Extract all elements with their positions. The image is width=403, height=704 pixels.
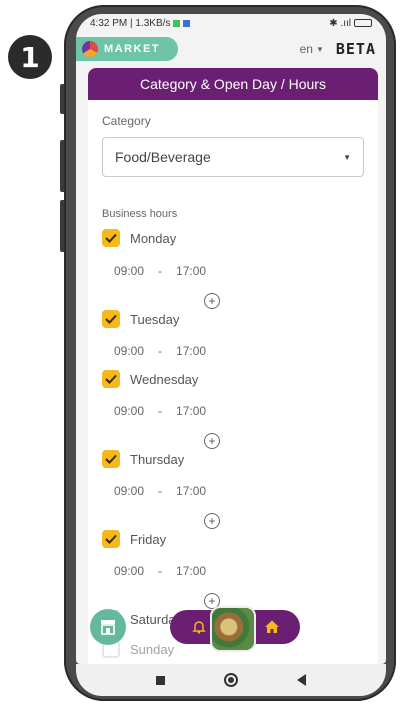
day-label: Monday bbox=[130, 230, 177, 246]
tuesday-checkbox[interactable] bbox=[102, 310, 120, 328]
brand-logo[interactable]: MARKET bbox=[76, 37, 179, 61]
back-icon[interactable] bbox=[297, 674, 307, 686]
wednesday-checkbox[interactable] bbox=[102, 370, 120, 388]
plus-icon: + bbox=[208, 514, 216, 528]
close-time[interactable]: 17:00 bbox=[176, 264, 206, 278]
status-time: 4:32 PM | 1.3KB/s bbox=[90, 17, 171, 29]
time-separator: - bbox=[158, 484, 163, 498]
step-number-badge: 1 bbox=[8, 35, 52, 79]
language-select[interactable]: en ▼ bbox=[300, 42, 324, 56]
time-separator: - bbox=[158, 564, 163, 578]
day-row-thursday[interactable]: Thursday bbox=[102, 450, 184, 468]
time-range-thursday: 09:00 - 17:00 bbox=[114, 484, 206, 498]
monday-checkbox[interactable] bbox=[102, 229, 120, 247]
day-row-wednesday[interactable]: Wednesday bbox=[102, 370, 198, 388]
category-select[interactable]: Food/Beverage ▼ bbox=[102, 137, 364, 177]
notification-icon bbox=[173, 19, 181, 27]
card-title: Category & Open Day / Hours bbox=[88, 68, 378, 100]
day-row-monday[interactable]: Monday bbox=[102, 229, 176, 247]
day-label: Tuesday bbox=[130, 311, 180, 327]
notification-icon bbox=[183, 19, 191, 27]
day-row-friday[interactable]: Friday bbox=[102, 530, 166, 548]
food-photo-button[interactable] bbox=[210, 606, 256, 652]
app-top-bar: MARKET en ▼ BETA bbox=[76, 32, 386, 66]
status-bar: 4:32 PM | 1.3KB/s ✱ .ııl bbox=[76, 14, 386, 32]
open-time[interactable]: 09:00 bbox=[114, 404, 144, 418]
plus-icon: + bbox=[208, 594, 216, 608]
category-value: Food/Beverage bbox=[115, 149, 211, 165]
language-value: en bbox=[299, 42, 313, 56]
time-separator: - bbox=[158, 344, 163, 358]
business-hours-label: Business hours bbox=[102, 208, 178, 220]
day-row-tuesday[interactable]: Tuesday bbox=[102, 310, 179, 328]
close-time[interactable]: 17:00 bbox=[176, 484, 206, 498]
chevron-down-icon: ▼ bbox=[315, 44, 324, 54]
time-range-wednesday: 09:00 - 17:00 bbox=[114, 404, 206, 418]
android-nav-bar bbox=[76, 664, 386, 696]
open-time[interactable]: 09:00 bbox=[114, 264, 144, 278]
time-separator: - bbox=[158, 404, 163, 418]
friday-checkbox[interactable] bbox=[102, 530, 120, 548]
close-time[interactable]: 17:00 bbox=[176, 344, 206, 358]
notifications-button[interactable] bbox=[192, 620, 206, 639]
bell-icon bbox=[192, 621, 206, 634]
chevron-down-icon: ▼ bbox=[343, 152, 351, 162]
home-icon bbox=[265, 620, 279, 633]
add-hours-button[interactable]: + bbox=[204, 293, 220, 309]
day-label: Wednesday bbox=[130, 371, 199, 387]
open-time[interactable]: 09:00 bbox=[114, 564, 144, 578]
signal-icon: ✱ .ııl bbox=[329, 17, 351, 29]
time-range-tuesday: 09:00 - 17:00 bbox=[114, 344, 206, 358]
close-time[interactable]: 17:00 bbox=[176, 564, 206, 578]
market-logo-icon bbox=[82, 41, 98, 57]
open-time[interactable]: 09:00 bbox=[114, 484, 144, 498]
thursday-checkbox[interactable] bbox=[102, 450, 120, 468]
phone-screen: 4:32 PM | 1.3KB/s ✱ .ııl MARKET en ▼ BET… bbox=[76, 14, 386, 664]
day-label: Sunday bbox=[130, 641, 175, 657]
day-label: Thursday bbox=[130, 451, 185, 467]
day-label: Friday bbox=[130, 531, 167, 547]
add-hours-button[interactable]: + bbox=[204, 433, 220, 449]
plus-icon: + bbox=[208, 434, 216, 448]
battery-icon bbox=[354, 19, 372, 27]
time-range-monday: 09:00 - 17:00 bbox=[114, 264, 206, 278]
category-label: Category bbox=[102, 114, 151, 128]
recent-apps-icon[interactable] bbox=[155, 675, 165, 685]
home-nav-icon[interactable] bbox=[223, 673, 238, 687]
close-time[interactable]: 17:00 bbox=[176, 404, 206, 418]
open-time[interactable]: 09:00 bbox=[114, 344, 144, 358]
add-hours-button[interactable]: + bbox=[204, 513, 220, 529]
home-button[interactable] bbox=[264, 619, 280, 640]
time-range-friday: 09:00 - 17:00 bbox=[114, 564, 206, 578]
store-icon bbox=[101, 620, 115, 635]
brand-name: MARKET bbox=[104, 43, 161, 55]
plus-icon: + bbox=[208, 294, 216, 308]
form-card: Category & Open Day / Hours Category Foo… bbox=[88, 68, 378, 664]
time-separator: - bbox=[158, 264, 163, 278]
beta-label: BETA bbox=[335, 40, 376, 58]
store-button[interactable] bbox=[90, 609, 126, 645]
